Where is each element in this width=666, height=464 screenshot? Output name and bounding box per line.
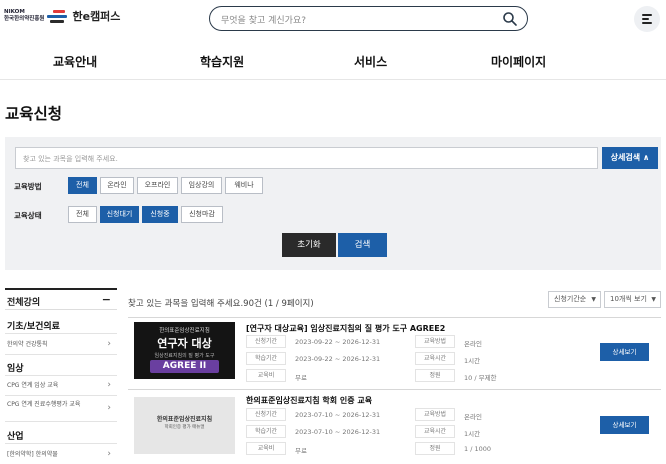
course-card-divider	[128, 317, 661, 318]
course-apply-period: 2023-09-22 ~ 2026-12-31	[295, 338, 381, 346]
chevron-down-icon: ▼	[651, 296, 656, 303]
course-method: 온라인	[464, 340, 482, 348]
sidebar-group-industry[interactable]: 산업	[7, 429, 24, 442]
logo-text: 한e캠퍼스	[72, 10, 121, 23]
course-quota: 10 / 무제한	[464, 374, 497, 382]
course-detail-button[interactable]: 상세보기	[600, 416, 649, 434]
status-chip-closed[interactable]: 신청마감	[181, 206, 223, 223]
status-chip-open[interactable]: 신청중	[142, 206, 178, 223]
course-method: 온라인	[464, 413, 482, 421]
method-chip-offline[interactable]: 오프라인	[137, 177, 178, 194]
chevron-right-icon: ›	[107, 449, 111, 459]
course-fee: 무료	[295, 374, 307, 382]
results-summary: 찾고 있는 과목을 입력해 주세요.90건 (1 / 9페이지)	[128, 299, 314, 309]
sidebar-header[interactable]: 전체강의 −	[5, 288, 117, 310]
course-time: 1시간	[464, 430, 481, 438]
sort-select[interactable]: 신청기간순 ▼	[548, 291, 601, 308]
course-fee: 무료	[295, 447, 307, 455]
hamburger-menu-icon[interactable]	[634, 6, 660, 32]
reset-button[interactable]: 초기화	[282, 233, 336, 257]
method-chip-webinar[interactable]: 웨비나	[225, 177, 263, 194]
course-thumbnail[interactable]: 한의표준임상진료지침 연구자 대상 임상진료지침의 질 평가 도구 AGREE …	[134, 322, 235, 379]
course-study-period: 2023-09-22 ~ 2026-12-31	[295, 355, 381, 363]
course-time: 1시간	[464, 357, 481, 365]
sidebar-item[interactable]: CPG 연계 임상 교육	[7, 382, 112, 390]
logo-org-name: NIKOM 한국한의약진흥원	[4, 9, 45, 22]
sidebar-item[interactable]: 한의약 건강통칙	[7, 341, 112, 349]
collapse-icon[interactable]: −	[102, 293, 111, 306]
search-input[interactable]: 무엇을 찾고 계신가요?	[221, 13, 306, 26]
chevron-down-icon: ▼	[591, 296, 596, 303]
status-chip-all[interactable]: 전체	[68, 206, 97, 223]
method-chip-clinical[interactable]: 임상강의	[181, 177, 222, 194]
site-header: NIKOM 한국한의약진흥원 한e캠퍼스 무엇을 찾고 계신가요?	[0, 0, 666, 40]
nav-item-mypage[interactable]: 마이페이지	[491, 53, 546, 70]
logo-mark-icon	[47, 8, 68, 24]
sidebar-group-clinical[interactable]: 임상	[7, 361, 24, 374]
status-filter-label: 교육상태	[14, 211, 42, 220]
chevron-right-icon: ›	[107, 380, 111, 390]
nav-item-education-info[interactable]: 교육안내	[53, 53, 97, 70]
status-chip-waiting[interactable]: 신청대기	[100, 206, 139, 223]
course-detail-button[interactable]: 상세보기	[600, 343, 649, 361]
nav-item-services[interactable]: 서비스	[354, 53, 387, 70]
course-thumbnail[interactable]: 한의표준임상진료지침 학회인증 평가 매뉴얼	[134, 397, 235, 454]
search-bar[interactable]: 무엇을 찾고 계신가요?	[209, 6, 528, 31]
sidebar-group-basic[interactable]: 기초/보건의료	[7, 319, 60, 332]
chevron-right-icon: ›	[107, 339, 111, 349]
course-title[interactable]: 한의표준임상진료지침 학회 인증 교육	[246, 395, 372, 406]
method-filter-label: 교육방법	[14, 182, 42, 191]
course-card-divider	[128, 389, 661, 390]
course-apply-period: 2023-07-10 ~ 2026-12-31	[295, 411, 381, 419]
sidebar-item[interactable]: [한의약학] 한의약물	[7, 451, 112, 459]
course-study-period: 2023-07-10 ~ 2026-12-31	[295, 428, 381, 436]
nav-item-learning-support[interactable]: 학습지원	[200, 53, 244, 70]
course-filter-panel: 찾고 있는 과목을 입력해 주세요. 상세검색 ∧ 교육방법 전체 온라인 오프…	[5, 137, 661, 270]
course-quota: 1 / 1000	[464, 445, 491, 453]
search-icon[interactable]	[502, 11, 518, 27]
site-logo[interactable]: NIKOM 한국한의약진흥원 한e캠퍼스	[4, 8, 120, 24]
chevron-right-icon: ›	[107, 403, 111, 413]
course-title[interactable]: [연구자 대상교육] 임상진료지침의 질 평가 도구 AGREE2	[246, 323, 445, 334]
sidebar-item[interactable]: CPG 연계 진료수행평가 교육	[7, 401, 87, 409]
search-button[interactable]: 검색	[338, 233, 387, 257]
category-sidebar: 전체강의 − 기초/보건의료 한의약 건강통칙 › 임상 CPG 연계 임상 교…	[5, 288, 117, 464]
main-nav: 교육안내 학습지원 서비스 마이페이지	[0, 40, 666, 80]
page-title: 교육신청	[5, 105, 63, 123]
method-chip-online[interactable]: 온라인	[100, 177, 134, 194]
course-keyword-input[interactable]: 찾고 있는 과목을 입력해 주세요.	[15, 147, 598, 169]
method-chip-all[interactable]: 전체	[68, 177, 97, 194]
page-size-select[interactable]: 10개씩 보기 ▼	[604, 291, 661, 308]
advanced-search-button[interactable]: 상세검색 ∧	[602, 147, 658, 169]
